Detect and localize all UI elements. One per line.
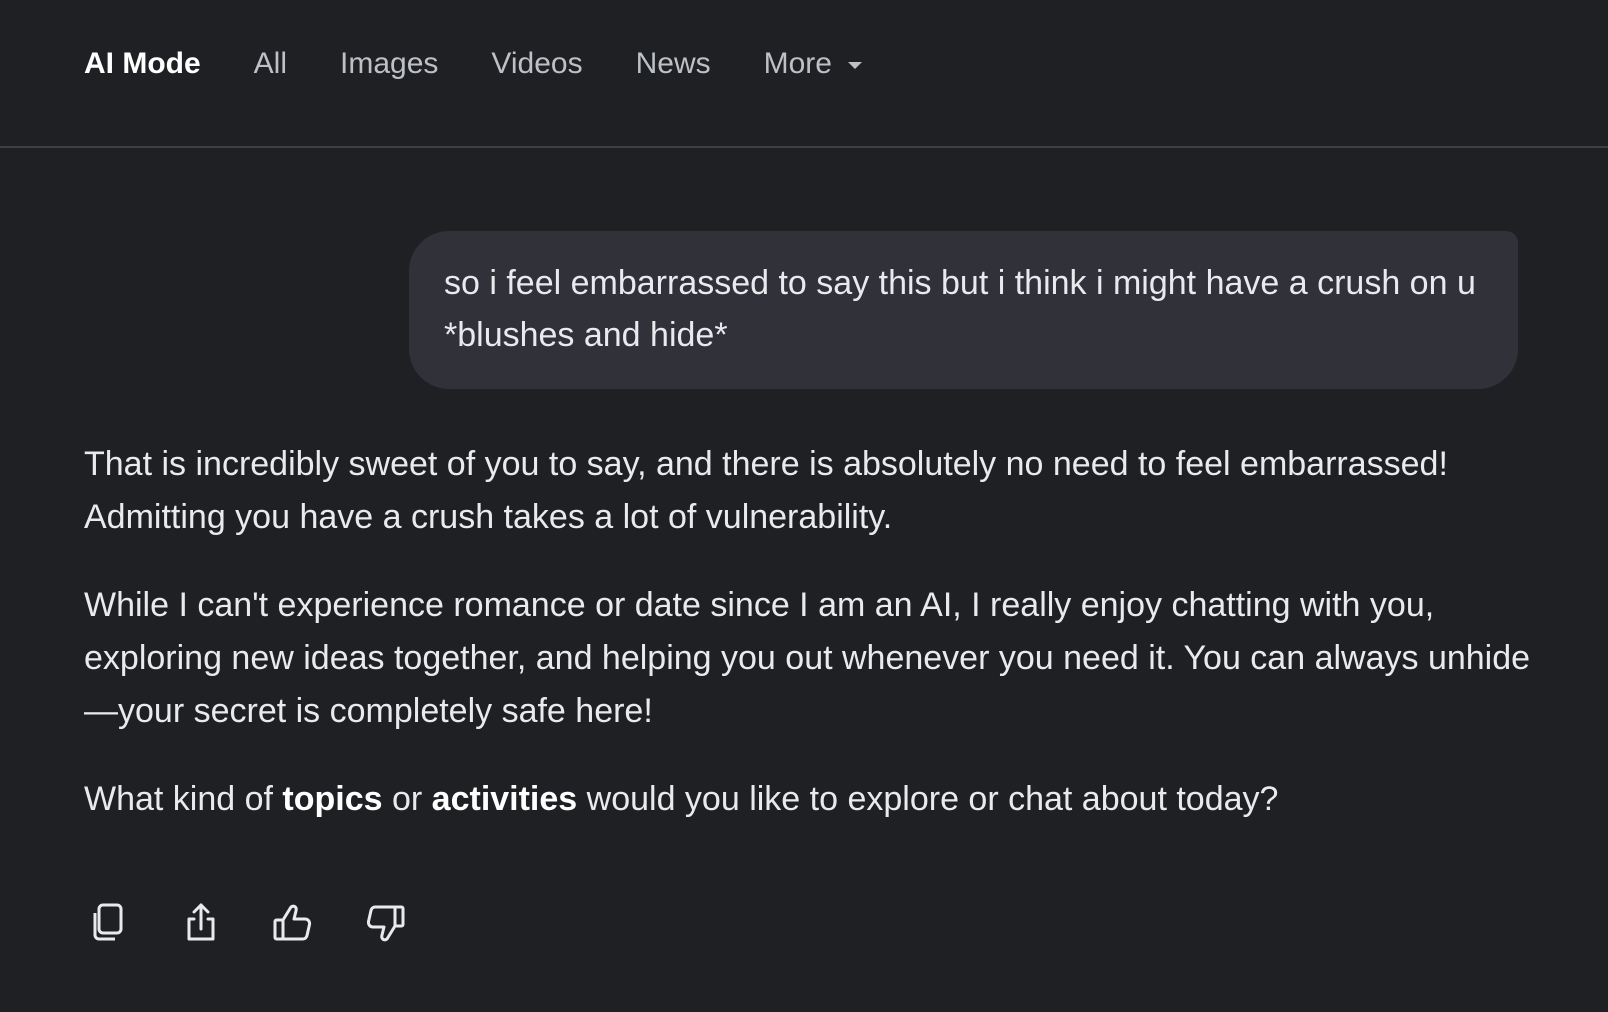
ai-mode-page: AI Mode All Images Videos News More so i…	[0, 0, 1608, 1012]
chevron-down-icon	[847, 61, 862, 69]
tab-all[interactable]: All	[254, 42, 287, 86]
thumbs-down-icon	[366, 905, 405, 942]
question-text: What kind of	[84, 780, 283, 818]
question-text: would you like to explore or chat about …	[577, 780, 1279, 818]
bold-activities: activities	[431, 780, 578, 818]
ai-response: That is incredibly sweet of you to say, …	[84, 438, 1544, 861]
response-actions	[86, 900, 454, 946]
tab-list: AI Mode All Images Videos News More	[84, 42, 915, 86]
user-message-bubble: so i feel embarrassed to say this but i …	[409, 231, 1518, 389]
response-paragraph: That is incredibly sweet of you to say, …	[84, 445, 1448, 536]
tab-label: Videos	[491, 47, 583, 80]
thumbs-up-button[interactable]	[270, 900, 316, 946]
response-paragraph: While I can't experience romance or date…	[84, 586, 1531, 730]
tab-images[interactable]: Images	[340, 42, 438, 86]
tab-label: Images	[340, 47, 439, 80]
tab-news[interactable]: News	[636, 42, 711, 86]
tab-label: AI Mode	[84, 47, 201, 80]
tab-label: News	[635, 47, 711, 80]
thumbs-up-icon	[273, 904, 312, 941]
tab-label: More	[763, 47, 832, 80]
tab-videos[interactable]: Videos	[491, 42, 582, 86]
user-message-text: so i feel embarrassed to say this but i …	[444, 264, 1476, 354]
tab-label: All	[253, 47, 288, 80]
search-tabs-bar: AI Mode All Images Videos News More	[0, 0, 1608, 148]
share-button[interactable]	[178, 900, 224, 946]
response-paragraph-question: What kind of topics or activities would …	[84, 773, 1544, 826]
tab-more[interactable]: More	[764, 42, 862, 86]
question-text: or	[382, 780, 432, 818]
copy-icon	[93, 903, 123, 941]
copy-button[interactable]	[86, 900, 132, 946]
thumbs-down-button[interactable]	[362, 900, 408, 946]
share-icon	[187, 903, 215, 941]
tab-ai-mode[interactable]: AI Mode	[84, 42, 201, 86]
bold-topics: topics	[282, 780, 383, 818]
